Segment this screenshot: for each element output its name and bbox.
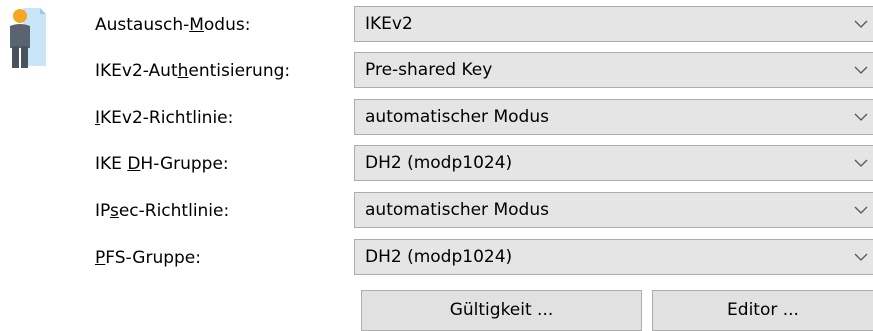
- exchange-mode-select[interactable]: IKEv2: [354, 6, 873, 42]
- chevron-down-icon: [854, 159, 868, 167]
- exchange-mode-label: Austausch-Modus:: [95, 15, 251, 35]
- ipsec-policy-select[interactable]: automatischer Modus: [354, 192, 873, 228]
- accelerator-key: s: [109, 201, 119, 221]
- user-document-icon: [6, 2, 46, 72]
- chevron-down-icon: [854, 253, 868, 261]
- ike-dh-group-value: DH2 (modp1024): [365, 153, 513, 173]
- ipsec-policy-label: IPsec-Richtlinie:: [95, 201, 230, 221]
- chevron-down-icon: [854, 66, 868, 74]
- accelerator-key: h: [177, 61, 189, 81]
- pfs-group-value: DH2 (modp1024): [365, 247, 513, 267]
- accelerator-key: P: [95, 248, 106, 268]
- ikev2-policy-select[interactable]: automatischer Modus: [354, 99, 873, 135]
- ikev2-policy-value: automatischer Modus: [365, 107, 549, 127]
- validity-button[interactable]: Gültigkeit ...: [361, 290, 642, 331]
- editor-button[interactable]: Editor ...: [652, 290, 873, 331]
- ipsec-policy-value: automatischer Modus: [365, 200, 549, 220]
- chevron-down-icon: [854, 113, 868, 121]
- ike-dh-group-select[interactable]: DH2 (modp1024): [354, 145, 873, 181]
- ikev2-authentication-value: Pre-shared Key: [365, 60, 493, 80]
- accelerator-key: D: [127, 154, 141, 174]
- pfs-group-label: PFS-Gruppe:: [95, 248, 201, 268]
- chevron-down-icon: [854, 20, 868, 28]
- ikev2-policy-label: IKEv2-Richtlinie:: [95, 108, 234, 128]
- vpn-ike-settings-panel: Austausch-Modus: IKEv2 IKEv2-Authentisie…: [0, 0, 873, 331]
- exchange-mode-value: IKEv2: [365, 14, 413, 34]
- accelerator-key: M: [189, 15, 204, 35]
- ikev2-authentication-label: IKEv2-Authentisierung:: [95, 61, 291, 81]
- ikev2-authentication-select[interactable]: Pre-shared Key: [354, 52, 873, 88]
- pfs-group-select[interactable]: DH2 (modp1024): [354, 239, 873, 275]
- ike-dh-group-label: IKE DH-Gruppe:: [95, 154, 229, 174]
- chevron-down-icon: [854, 206, 868, 214]
